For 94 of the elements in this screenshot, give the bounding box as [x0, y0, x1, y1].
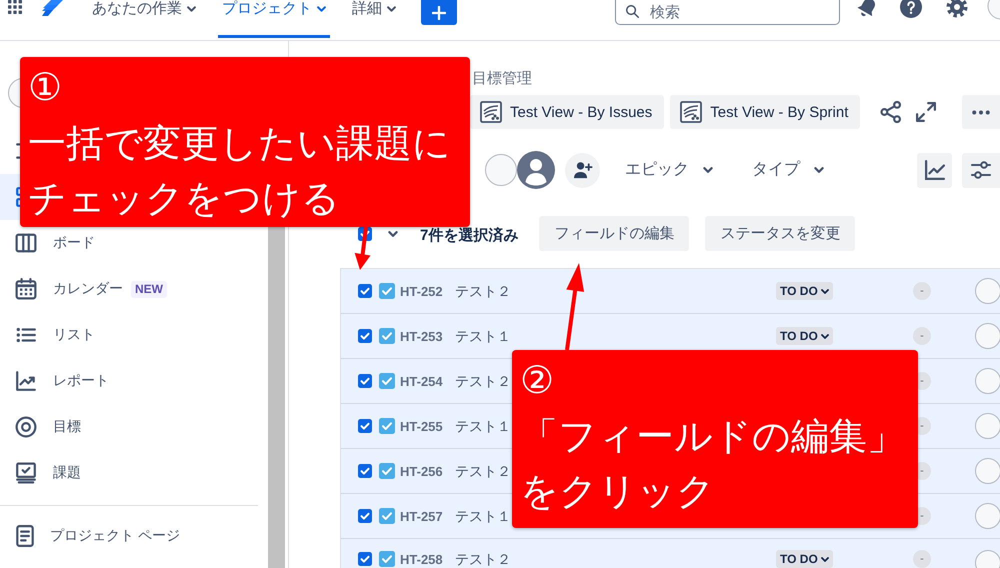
issue-key[interactable]: HT-257	[400, 508, 443, 524]
field-value: -	[913, 327, 931, 345]
chevron-down-icon	[187, 6, 196, 12]
tick-square-icon	[379, 283, 395, 299]
tick-square-icon	[379, 463, 395, 479]
sidebar-item[interactable]: リスト	[0, 312, 268, 358]
chevron-down-icon	[317, 6, 326, 12]
row-checkbox[interactable]	[358, 284, 372, 298]
field-value: -	[913, 282, 931, 300]
view-settings-button[interactable]	[962, 152, 1000, 188]
callout-text: 「フィールドの編集」をクリック	[520, 415, 906, 515]
issue-summary: テスト１	[455, 328, 511, 344]
callout-number: ②	[520, 359, 554, 404]
search-icon	[626, 5, 639, 18]
issue-key[interactable]: HT-252	[400, 284, 443, 298]
search-field[interactable]: 検索	[615, 0, 840, 25]
app-grid-icon[interactable]	[8, 0, 22, 14]
chevron-down-icon	[820, 334, 829, 338]
screen-check-icon	[15, 462, 37, 484]
filter-dropdown[interactable]: エピック	[625, 160, 713, 180]
line-chart-icon	[924, 160, 944, 180]
issue-key[interactable]: HT-258	[400, 552, 443, 566]
tick-square-icon	[379, 328, 395, 344]
row-checkbox[interactable]	[358, 464, 372, 478]
issue-key[interactable]: HT-254	[400, 374, 443, 388]
tick-square-icon	[379, 508, 395, 524]
help-icon[interactable]	[900, 0, 922, 18]
document-icon	[15, 525, 35, 547]
chevron-down-icon	[703, 167, 713, 173]
callout-number: ①	[28, 66, 62, 111]
expand-icon[interactable]	[916, 102, 936, 122]
status-dropdown[interactable]: TO DO	[776, 327, 833, 345]
filter-dropdown[interactable]: タイプ	[752, 160, 824, 180]
bell-icon[interactable]	[857, 0, 877, 17]
chevron-down-icon	[820, 556, 829, 562]
view-button[interactable]: Test View - By Sprint	[670, 95, 860, 129]
field-value: -	[913, 550, 931, 568]
target-icon	[15, 416, 37, 438]
sidebar-item[interactable]: プロジェクト ページ	[0, 513, 268, 559]
share-icon[interactable]	[880, 101, 902, 123]
tick-square-icon	[379, 373, 395, 389]
chevron-down-icon	[387, 6, 396, 12]
issue-summary: テスト１	[455, 508, 511, 524]
selection-count: 7件を選択済み	[420, 228, 518, 244]
plus-icon	[432, 6, 446, 20]
bulk-action-button[interactable]: ステータスを変更	[705, 216, 856, 251]
issue-summary: テスト２	[455, 283, 511, 299]
tick-square-icon	[379, 418, 395, 434]
add-person-icon	[572, 161, 592, 179]
row-checkbox[interactable]	[358, 374, 372, 388]
user-silhouette-avatar[interactable]	[517, 151, 555, 189]
status-dropdown[interactable]: TO DO	[776, 550, 833, 568]
sidebar-item[interactable]: 目標	[0, 404, 268, 450]
issue-summary: テスト２	[455, 551, 511, 567]
issue-key[interactable]: HT-256	[400, 464, 443, 478]
row-checkbox[interactable]	[358, 552, 372, 566]
issue-key[interactable]: HT-255	[400, 418, 443, 434]
line-chart-icon	[15, 370, 37, 392]
create-button[interactable]	[421, 0, 457, 25]
issue-summary: テスト１	[455, 418, 511, 434]
chevron-down-icon[interactable]	[388, 230, 398, 236]
more-icon	[972, 110, 990, 114]
row-checkbox[interactable]	[358, 419, 372, 433]
callout-text: 一括で変更したい課題にチェックをつける	[28, 122, 452, 222]
row-checkbox[interactable]	[358, 329, 372, 343]
chevron-down-icon	[820, 288, 829, 294]
issue-summary: テスト２	[455, 373, 511, 389]
sidebar-item[interactable]: 課題	[0, 450, 268, 496]
tick-square-icon	[379, 551, 395, 567]
framed-emblem-icon	[680, 101, 702, 123]
more-button[interactable]	[962, 95, 1000, 129]
sidebar-item[interactable]: カレンダー NEW	[0, 266, 268, 312]
nav-tab[interactable]: プロジェクト	[218, 0, 330, 38]
breadcrumb-link[interactable]: 目標管理	[472, 71, 532, 87]
chart-button[interactable]	[917, 152, 952, 188]
framed-emblem-icon	[480, 101, 502, 123]
nav-tab[interactable]: 詳細	[348, 0, 400, 38]
view-button[interactable]: Test View - By Issues	[470, 95, 664, 129]
issue-summary: テスト２	[455, 463, 511, 479]
nav-tab[interactable]: あなたの作業	[88, 0, 200, 38]
sliders-icon	[971, 161, 991, 179]
status-dropdown[interactable]: TO DO	[776, 282, 833, 300]
settings-icon[interactable]	[946, 0, 968, 18]
row-checkbox[interactable]	[358, 509, 372, 523]
issue-key[interactable]: HT-253	[400, 328, 443, 344]
chevron-down-icon	[814, 167, 824, 173]
board-icon	[15, 232, 37, 254]
logo-icon[interactable]	[42, 0, 63, 16]
bulk-action-button[interactable]: フィールドの編集	[539, 216, 690, 251]
add-person-button[interactable]	[565, 152, 600, 188]
calendar-icon	[15, 278, 37, 300]
new-badge: NEW	[131, 280, 167, 298]
sidebar-item[interactable]: ボード	[0, 220, 268, 266]
sidebar-item[interactable]: レポート	[0, 358, 268, 404]
